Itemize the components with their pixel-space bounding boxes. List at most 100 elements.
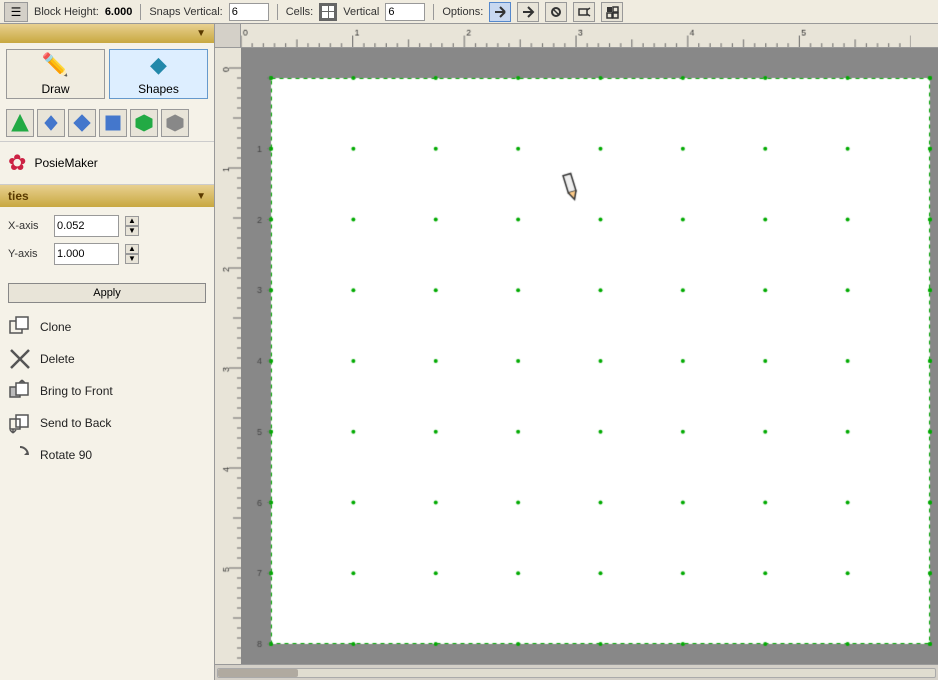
block-height-value: 6.000: [105, 6, 133, 18]
shape-hexagon[interactable]: [161, 109, 189, 137]
option-icon-1: [493, 5, 507, 19]
draw-tab[interactable]: ✏️ Draw: [6, 49, 105, 99]
apply-button[interactable]: Apply: [8, 283, 206, 303]
option-btn-5[interactable]: [601, 2, 623, 22]
send-back-svg: [8, 411, 32, 435]
delete-icon: [8, 347, 32, 371]
xaxis-down[interactable]: ▼: [125, 226, 139, 236]
xaxis-input[interactable]: [54, 215, 119, 237]
bring-front-label: Bring to Front: [40, 384, 113, 398]
delete-svg: [8, 347, 32, 371]
option-btn-3[interactable]: [545, 2, 567, 22]
small-diamond-icon: [41, 113, 61, 133]
shape-hexagon-flat[interactable]: [130, 109, 158, 137]
xaxis-spinner[interactable]: ▲ ▼: [125, 216, 139, 236]
grid-cell: [329, 12, 335, 18]
shape-square[interactable]: [99, 109, 127, 137]
options-label: Options:: [442, 6, 483, 18]
snaps-vertical-input[interactable]: [229, 3, 269, 21]
cells-label: Cells:: [286, 6, 314, 18]
cells-grid-icon[interactable]: [319, 3, 337, 21]
draw-tab-label: Draw: [41, 82, 69, 96]
posie-section[interactable]: ✿ PosieMaker: [0, 142, 214, 185]
canvas-body: [215, 48, 938, 664]
yaxis-label: Y-axis: [8, 248, 48, 260]
bring-front-svg: [8, 379, 32, 403]
vertical-label: Vertical: [343, 6, 379, 18]
option-btn-1[interactable]: [489, 2, 511, 22]
rotate-action[interactable]: Rotate 90: [0, 439, 214, 471]
h-scrollbar[interactable]: [215, 664, 938, 680]
triangle-icon: [10, 113, 30, 133]
rotate-svg: [8, 443, 32, 467]
draw-icon: ✏️: [42, 52, 69, 78]
panel-arrow-icon: ▼: [196, 28, 206, 39]
rotate-icon: [8, 443, 32, 467]
divider-1: [140, 4, 141, 20]
option-icon-3: [549, 5, 563, 19]
diamond-icon: [72, 113, 92, 133]
option-icon-2: [521, 5, 535, 19]
send-back-label: Send to Back: [40, 416, 111, 430]
yaxis-input[interactable]: [54, 243, 119, 265]
shape-small-diamond[interactable]: [37, 109, 65, 137]
shape-triangle[interactable]: [6, 109, 34, 137]
scroll-track[interactable]: [217, 668, 936, 678]
grid-cell: [329, 6, 335, 12]
shapes-tab[interactable]: ◆ Shapes: [109, 49, 208, 99]
clone-action[interactable]: Clone: [0, 311, 214, 343]
horizontal-ruler: [241, 24, 911, 47]
option-icon-4: [577, 5, 591, 19]
yaxis-down[interactable]: ▼: [125, 254, 139, 264]
bring-front-icon: [8, 379, 32, 403]
top-toolbar: ☰ Block Height: 6.000 Snaps Vertical: Ce…: [0, 0, 938, 24]
square-icon: [103, 113, 123, 133]
shape-diamond[interactable]: [68, 109, 96, 137]
scroll-thumb[interactable]: [218, 669, 298, 677]
option-btn-2[interactable]: [517, 2, 539, 22]
posie-label: PosieMaker: [34, 156, 97, 170]
grid-cell: [322, 6, 328, 12]
canvas-container[interactable]: [241, 48, 938, 664]
divider-3: [433, 4, 434, 20]
vertical-input[interactable]: [385, 3, 425, 21]
clone-svg: [8, 315, 32, 339]
props-content: X-axis ▲ ▼ Y-axis ▲ ▼: [0, 207, 214, 279]
option-btn-4[interactable]: [573, 2, 595, 22]
canvas-area: [215, 24, 938, 680]
delete-label: Delete: [40, 352, 75, 366]
properties-header[interactable]: ties ▼: [0, 185, 214, 207]
tabs-section: ✏️ Draw ◆ Shapes: [0, 43, 214, 105]
xaxis-row: X-axis ▲ ▼: [8, 215, 206, 237]
yaxis-row: Y-axis ▲ ▼: [8, 243, 206, 265]
hexagon-flat-icon: [134, 113, 154, 133]
main-drawing-canvas[interactable]: [241, 48, 938, 664]
ruler-corner: [215, 24, 241, 48]
properties-panel: ties ▼ X-axis ▲ ▼ Y-axis ▲ ▼: [0, 185, 214, 471]
menu-toggle[interactable]: ☰: [4, 2, 28, 22]
ruler-top: [215, 24, 938, 48]
shapes-tab-label: Shapes: [138, 82, 179, 96]
panel-top-header[interactable]: ▼: [0, 24, 214, 43]
send-back-action[interactable]: Send to Back: [0, 407, 214, 439]
snaps-vertical-label: Snaps Vertical:: [149, 6, 222, 18]
block-height-label: Block Height:: [34, 6, 99, 18]
hexagon-icon: [165, 113, 185, 133]
delete-action[interactable]: Delete: [0, 343, 214, 375]
send-back-icon: [8, 411, 32, 435]
grid-cell: [322, 12, 328, 18]
yaxis-spinner[interactable]: ▲ ▼: [125, 244, 139, 264]
divider-2: [277, 4, 278, 20]
rotate-label: Rotate 90: [40, 448, 92, 462]
shapes-row: [0, 105, 214, 142]
clone-icon: [8, 315, 32, 339]
option-icon-5: [605, 5, 619, 19]
yaxis-up[interactable]: ▲: [125, 244, 139, 254]
left-panel: ▼ ✏️ Draw ◆ Shapes: [0, 24, 215, 680]
vertical-ruler: [215, 48, 241, 664]
clone-label: Clone: [40, 320, 71, 334]
properties-title: ties: [8, 189, 29, 203]
xaxis-up[interactable]: ▲: [125, 216, 139, 226]
xaxis-label: X-axis: [8, 220, 48, 232]
bring-front-action[interactable]: Bring to Front: [0, 375, 214, 407]
